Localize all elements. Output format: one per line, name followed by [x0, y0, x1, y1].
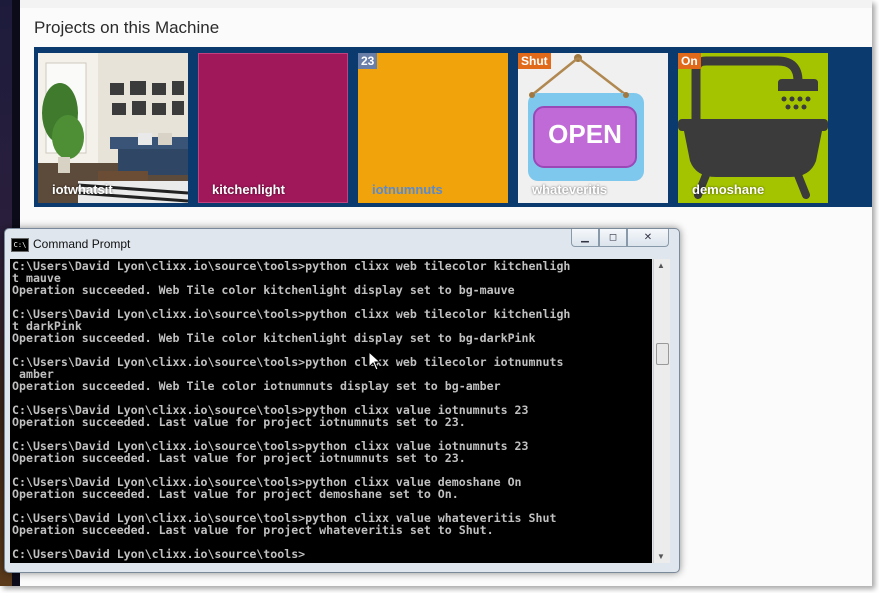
vertical-scrollbar[interactable]: ▲ ▼	[653, 259, 670, 563]
screenshot-frame: Projects on this Machine iotwhatsit kitc…	[0, 0, 872, 586]
tile-badge: Shut	[518, 53, 551, 69]
tile-whateveritis[interactable]: OPEN Shut whateveritis	[518, 53, 668, 203]
tile-label: iotwhatsit	[52, 182, 113, 197]
console-output[interactable]: C:\Users\David Lyon\clixx.io\source\tool…	[10, 259, 652, 563]
command-prompt-window[interactable]: C:\ Command Prompt ▁ ◻ ✕ C:\Users\David …	[4, 228, 680, 573]
close-button[interactable]: ✕	[627, 229, 669, 247]
mouse-cursor-icon	[368, 351, 382, 371]
tile-demoshane[interactable]: On demoshane	[678, 53, 828, 203]
window-title: Command Prompt	[33, 237, 131, 251]
tile-iotnumnuts[interactable]: 23 iotnumnuts	[358, 53, 508, 203]
section-title: Projects on this Machine	[34, 18, 220, 37]
scroll-down-arrow-icon[interactable]: ▼	[657, 552, 665, 561]
living-room-photo	[38, 53, 188, 203]
bathtub-icon	[678, 53, 828, 203]
tile-label: demoshane	[692, 182, 765, 197]
open-sign-text: OPEN	[548, 119, 622, 149]
tile-strip: iotwhatsit kitchenlight 23 iotnumnuts OP…	[34, 47, 872, 207]
window-controls: ▁ ◻ ✕	[571, 229, 669, 247]
scroll-thumb[interactable]	[656, 343, 669, 365]
tile-badge: On	[678, 53, 701, 69]
tile-kitchenlight[interactable]: kitchenlight	[198, 53, 348, 203]
restore-button[interactable]: ◻	[599, 229, 627, 247]
tile-label: iotnumnuts	[372, 182, 443, 197]
cmd-app-icon: C:\	[11, 238, 29, 252]
minimize-button[interactable]: ▁	[571, 229, 599, 247]
tile-label: kitchenlight	[212, 182, 285, 197]
scroll-up-arrow-icon[interactable]: ▲	[657, 261, 665, 270]
tile-iotwhatsit[interactable]: iotwhatsit	[38, 53, 188, 203]
tile-badge: 23	[358, 53, 378, 69]
console-text: C:\Users\David Lyon\clixx.io\source\tool…	[12, 259, 571, 561]
tile-label: whateveritis	[532, 182, 608, 197]
